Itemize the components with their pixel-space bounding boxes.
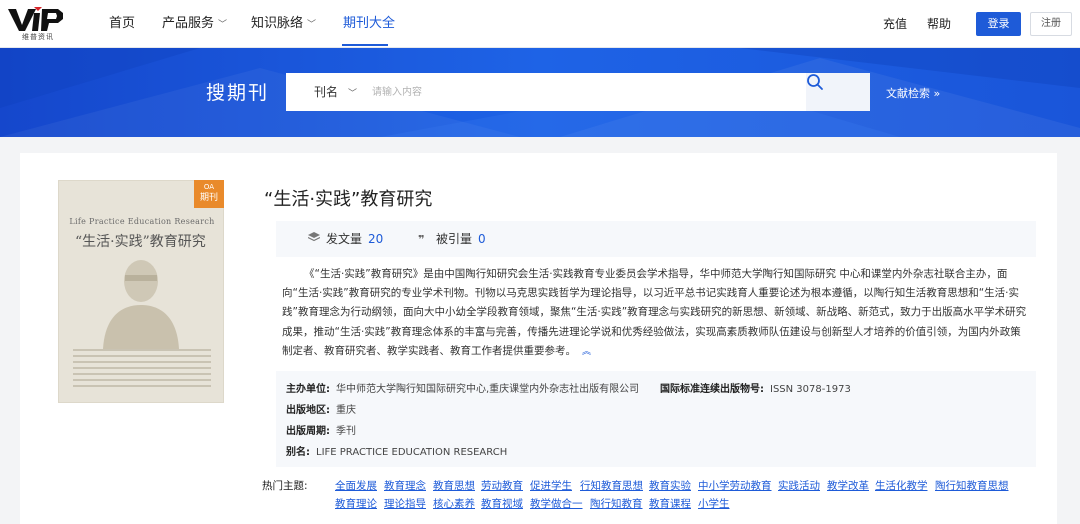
hot-topics-label: 热门主题: xyxy=(262,480,308,492)
search-banner: 搜期刊 刊名 ﹀ 文献检索 » xyxy=(0,48,1080,137)
topic-link[interactable]: 陶行知教育思想 xyxy=(935,478,1009,493)
topic-link[interactable]: 教育思想 xyxy=(433,478,475,493)
journal-cover[interactable]: Life Practice Education Research “生活·实践”… xyxy=(58,180,224,403)
article-count-stat: 发文量 20 xyxy=(307,221,384,258)
nav-home-label: 首页 xyxy=(109,16,136,31)
topic-link[interactable]: 教育理念 xyxy=(384,478,426,493)
logo-mark-icon xyxy=(8,7,63,31)
search-box: 刊名 ﹀ xyxy=(286,73,870,111)
help-link[interactable]: 帮助 xyxy=(927,0,951,48)
oa-badge-bottom: 期刊 xyxy=(199,193,218,203)
topic-link[interactable]: 行知教育思想 xyxy=(580,478,643,493)
double-chevron-up-icon[interactable]: ︽ xyxy=(582,347,591,357)
portrait-image xyxy=(103,260,179,349)
cover-contents-lines xyxy=(73,349,211,391)
sponsor-value: 华中师范大学陶行知国际研究中心,重庆课堂内外杂志社出版有限公司 xyxy=(336,384,640,395)
cycle-row: 出版周期: 季刊 xyxy=(286,422,356,437)
topic-link[interactable]: 陶行知教育 xyxy=(590,496,643,511)
topic-link[interactable]: 教育课程 xyxy=(649,496,691,511)
journal-title: “生活·实践”教育研究 xyxy=(264,189,433,210)
topic-link[interactable]: 教学做合一 xyxy=(530,496,583,511)
topic-link[interactable]: 教育视域 xyxy=(481,496,523,511)
alias-value: LIFE PRACTICE EDUCATION RESEARCH xyxy=(316,447,508,458)
oa-journal-badge: OA 期刊 xyxy=(194,180,224,208)
topic-link[interactable]: 教育理论 xyxy=(335,496,377,511)
nav-journals[interactable]: 期刊大全 xyxy=(343,0,395,48)
alias-row: 别名: LIFE PRACTICE EDUCATION RESEARCH xyxy=(286,443,507,458)
sponsor-label: 主办单位: xyxy=(286,384,330,395)
journal-card: Life Practice Education Research “生活·实践”… xyxy=(20,153,1057,524)
chevron-down-icon: ﹀ xyxy=(348,89,358,99)
topic-link[interactable]: 核心素养 xyxy=(433,496,475,511)
register-button[interactable]: 注册 xyxy=(1030,12,1072,36)
nav-journals-label: 期刊大全 xyxy=(343,16,396,31)
search-icon xyxy=(807,74,823,90)
topic-link[interactable]: 劳动教育 xyxy=(481,478,523,493)
nav-home[interactable]: 首页 xyxy=(109,0,135,48)
region-label: 出版地区: xyxy=(286,405,330,416)
sponsor-row: 主办单位: 华中师范大学陶行知国际研究中心,重庆课堂内外杂志社出版有限公司 xyxy=(286,380,639,395)
search-input[interactable] xyxy=(372,82,802,102)
issn-label: 国际标准连续出版物号: xyxy=(660,384,764,395)
chevron-down-icon: ﹀ xyxy=(218,20,228,30)
cover-title-en: Life Practice Education Research xyxy=(69,217,215,226)
logo-subtitle: 维普资讯 xyxy=(22,33,54,41)
topic-link[interactable]: 理论指导 xyxy=(384,496,426,511)
journal-description-text: 《“生活·实践”教育研究》是由中国陶行知研究会生活·实践教育专业委员会学术指导，… xyxy=(282,268,1027,357)
cycle-value: 季刊 xyxy=(336,426,356,437)
banner-title: 搜期刊 xyxy=(206,82,270,104)
nav-knowledge[interactable]: 知识脉络 ﹀ xyxy=(251,0,316,48)
top-navigation: 维普资讯 首页 产品服务 ﹀ 知识脉络 ﹀ 期刊大全 充值 帮助 登录 注册 xyxy=(0,0,1080,48)
citation-count-value: 0 xyxy=(478,232,486,246)
topic-link[interactable]: 教学改革 xyxy=(827,478,869,493)
topic-link[interactable]: 生活化教学 xyxy=(875,478,928,493)
issn-value: ISSN 3078-1973 xyxy=(770,384,851,395)
search-button[interactable] xyxy=(806,73,870,111)
search-type-label: 刊名 xyxy=(314,85,339,99)
oa-badge-top: OA xyxy=(203,183,215,191)
active-tab-indicator xyxy=(342,44,388,46)
search-type-select[interactable]: 刊名 ﹀ xyxy=(286,73,372,111)
topic-link[interactable]: 小学生 xyxy=(698,496,730,511)
login-button[interactable]: 登录 xyxy=(976,12,1021,36)
nav-products[interactable]: 产品服务 ﹀ xyxy=(162,0,227,48)
topic-link[interactable]: 教育实验 xyxy=(649,478,691,493)
cycle-label: 出版周期: xyxy=(286,426,330,437)
region-row: 出版地区: 重庆 xyxy=(286,401,356,416)
advanced-search-link[interactable]: 文献检索 » xyxy=(886,85,940,101)
stack-icon xyxy=(307,222,322,258)
chevron-down-icon: ﹀ xyxy=(307,20,317,30)
topic-link[interactable]: 全面发展 xyxy=(335,478,377,493)
article-count-value: 20 xyxy=(368,232,384,246)
journal-stats: 发文量 20 ❞ 被引量 0 xyxy=(276,221,1036,257)
nav-knowledge-label: 知识脉络 xyxy=(251,16,304,31)
alias-label: 别名: xyxy=(286,447,310,458)
article-count-label: 发文量 xyxy=(326,232,363,246)
issn-row: 国际标准连续出版物号: ISSN 3078-1973 xyxy=(660,380,851,395)
nav-products-label: 产品服务 xyxy=(162,16,215,31)
citation-count-stat: ❞ 被引量 0 xyxy=(418,221,486,257)
cover-title-cn: “生活·实践”教育研究 xyxy=(75,234,206,250)
journal-info: 主办单位: 华中师范大学陶行知国际研究中心,重庆课堂内外杂志社出版有限公司 国际标… xyxy=(276,371,1036,467)
citation-count-label: 被引量 xyxy=(436,232,473,246)
journal-description: 《“生活·实践”教育研究》是由中国陶行知研究会生活·实践教育专业委员会学术指导，… xyxy=(282,265,1028,362)
vip-logo[interactable]: 维普资讯 xyxy=(8,7,68,41)
region-value: 重庆 xyxy=(336,405,356,416)
recharge-link[interactable]: 充值 xyxy=(883,0,907,48)
topic-link[interactable]: 实践活动 xyxy=(778,478,820,493)
topic-link[interactable]: 中小学劳动教育 xyxy=(698,478,772,493)
quote-icon: ❞ xyxy=(418,233,425,246)
topic-link[interactable]: 促进学生 xyxy=(530,478,572,493)
